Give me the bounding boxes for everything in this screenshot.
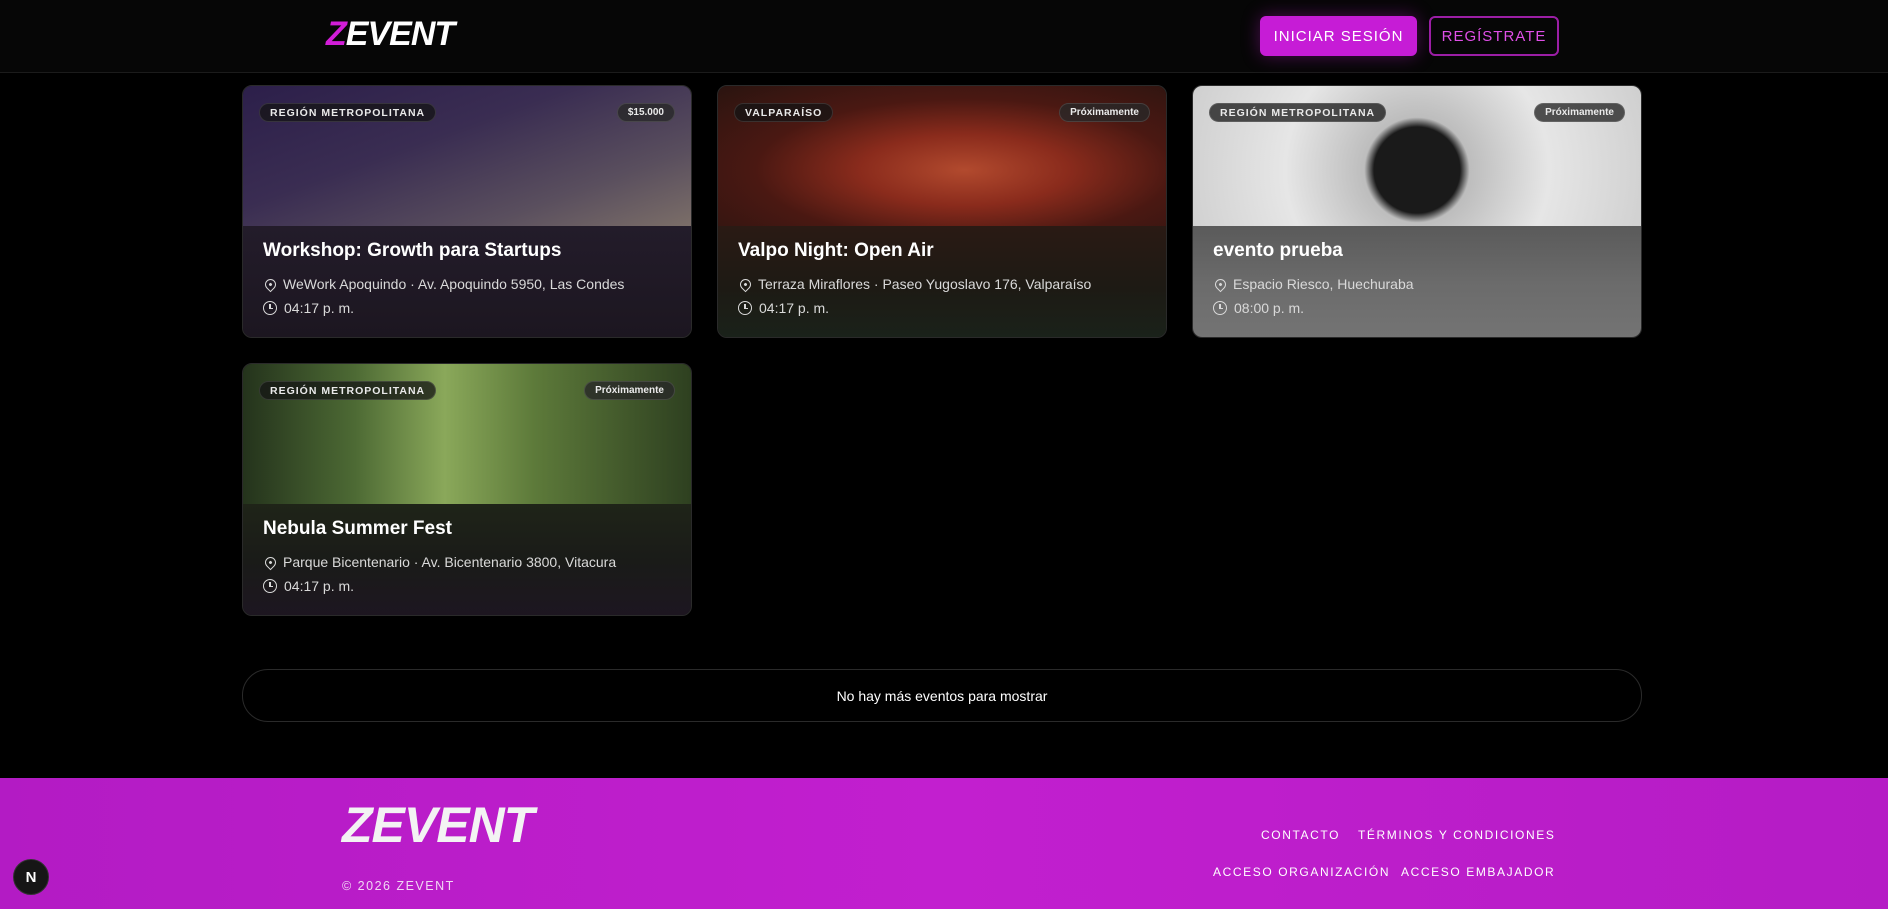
event-time-text: 08:00 p. m. <box>1234 300 1305 316</box>
event-card[interactable]: REGIÓN METROPOLITANA Próximamente evento… <box>1192 85 1642 338</box>
event-time-text: 04:17 p. m. <box>759 300 830 316</box>
region-badge: REGIÓN METROPOLITANA <box>259 103 437 122</box>
region-badge: REGIÓN METROPOLITANA <box>259 381 437 400</box>
end-of-list-message: No hay más eventos para mostrar <box>242 669 1642 722</box>
event-location-text: Espacio Riesco, Huechuraba <box>1233 276 1414 292</box>
status-badge: Próximamente <box>1059 103 1150 122</box>
event-location: WeWork Apoquindo · Av. Apoquindo 5950, L… <box>262 276 625 292</box>
event-title: evento prueba <box>1213 240 1343 261</box>
event-title: Valpo Night: Open Air <box>738 240 934 261</box>
location-pin-icon <box>737 276 754 292</box>
event-time: 08:00 p. m. <box>1213 300 1304 316</box>
zevent-logo[interactable]: Z EVENT <box>326 14 455 54</box>
event-time-text: 04:17 p. m. <box>284 578 355 594</box>
copyright: © 2026 ZEVENT <box>342 879 455 893</box>
dev-tools-badge[interactable]: N <box>13 859 49 895</box>
ambassador-access-link[interactable]: ACCESO EMBAJADOR <box>1401 865 1555 879</box>
terms-link[interactable]: TÉRMINOS Y CONDICIONES <box>1358 828 1555 842</box>
footer: Z EVENT © 2026 ZEVENT CONTACTO TÉRMINOS Y… <box>0 778 1888 909</box>
status-badge: Próximamente <box>1534 103 1625 122</box>
event-title: Nebula Summer Fest <box>263 518 452 539</box>
event-time: 04:17 p. m. <box>263 578 354 594</box>
event-card[interactable]: REGIÓN METROPOLITANA $15.000 Workshop: G… <box>242 85 692 338</box>
top-navbar: Z EVENT INICIAR SESIÓN REGÍSTRATE <box>0 0 1888 73</box>
clock-icon <box>738 301 752 315</box>
event-time: 04:17 p. m. <box>263 300 354 316</box>
organization-access-link[interactable]: ACCESO ORGANIZACIÓN <box>1213 865 1390 879</box>
event-location-text: Parque Bicentenario · Av. Bicentenario 3… <box>283 554 617 570</box>
clock-icon <box>263 301 277 315</box>
logo-text: EVENT <box>345 15 455 53</box>
event-card[interactable]: REGIÓN METROPOLITANA Próximamente Nebula… <box>242 363 692 616</box>
logo-mark: Z <box>326 15 347 53</box>
status-badge: Próximamente <box>584 381 675 400</box>
logo-mark: Z <box>342 797 373 853</box>
logo-text: EVENT <box>371 797 535 853</box>
register-button[interactable]: REGÍSTRATE <box>1429 16 1559 56</box>
event-location: Terraza Miraflores · Paseo Yugoslavo 176… <box>737 276 1092 292</box>
event-title: Workshop: Growth para Startups <box>263 240 562 261</box>
footer-logo[interactable]: Z EVENT <box>342 797 535 854</box>
event-time: 04:17 p. m. <box>738 300 829 316</box>
region-badge: REGIÓN METROPOLITANA <box>1209 103 1387 122</box>
location-pin-icon <box>1212 276 1229 292</box>
event-location: Parque Bicentenario · Av. Bicentenario 3… <box>262 554 617 570</box>
clock-icon <box>263 579 277 593</box>
clock-icon <box>1213 301 1227 315</box>
event-location-text: Terraza Miraflores · Paseo Yugoslavo 176… <box>758 276 1092 292</box>
event-location-text: WeWork Apoquindo · Av. Apoquindo 5950, L… <box>283 276 625 292</box>
contact-link[interactable]: CONTACTO <box>1261 828 1340 842</box>
price-badge: $15.000 <box>616 103 675 122</box>
event-location: Espacio Riesco, Huechuraba <box>1212 276 1414 292</box>
location-pin-icon <box>262 276 279 292</box>
region-badge: VALPARAÍSO <box>734 103 834 122</box>
location-pin-icon <box>262 554 279 570</box>
event-card[interactable]: VALPARAÍSO Próximamente Valpo Night: Ope… <box>717 85 1167 338</box>
event-time-text: 04:17 p. m. <box>284 300 355 316</box>
login-button[interactable]: INICIAR SESIÓN <box>1260 16 1417 56</box>
